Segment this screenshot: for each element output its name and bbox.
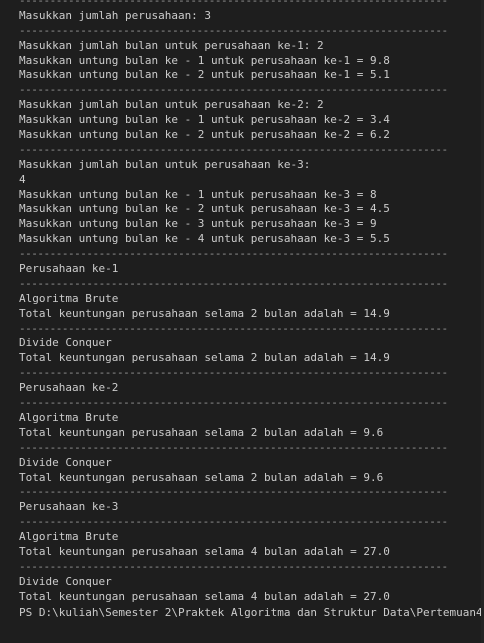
output-line: Masukkan untung bulan ke - 1 untuk perus…: [19, 187, 377, 201]
output-line: Masukkan untung bulan ke - 3 untuk perus…: [19, 217, 377, 231]
separator-line: ----------------------------------------…: [19, 142, 448, 156]
separator-line: ----------------------------------------…: [19, 0, 448, 7]
output-line: Masukkan untung bulan ke - 2 untuk perus…: [19, 202, 390, 216]
output-line: Total keuntungan perusahaan selama 2 bul…: [19, 306, 390, 320]
output-line: Perusahaan ke-1: [19, 262, 119, 276]
separator-line: ----------------------------------------…: [19, 366, 448, 380]
output-line: Masukkan untung bulan ke - 2 untuk perus…: [19, 128, 390, 142]
separator-line: ----------------------------------------…: [19, 396, 448, 410]
output-line: Divide Conquer: [19, 336, 112, 350]
prompt-text: PS D:\kuliah\Semester 2\Praktek Algoritm…: [19, 605, 484, 619]
separator-line: ----------------------------------------…: [19, 247, 448, 261]
output-line: Masukkan untung bulan ke - 4 untuk perus…: [19, 232, 390, 246]
terminal-output: ----------------------------------------…: [19, 0, 484, 621]
output-line: Total keuntungan perusahaan selama 4 bul…: [19, 589, 390, 603]
output-line: Masukkan untung bulan ke - 1 untuk perus…: [19, 113, 390, 127]
output-line: Masukkan jumlah bulan untuk perusahaan k…: [19, 157, 311, 171]
output-line: Perusahaan ke-3: [19, 500, 119, 514]
output-line: Divide Conquer: [19, 455, 112, 469]
output-line: Total keuntungan perusahaan selama 2 bul…: [19, 425, 384, 439]
output-line: Total keuntungan perusahaan selama 2 bul…: [19, 351, 390, 365]
prompt-line[interactable]: PS D:\kuliah\Semester 2\Praktek Algoritm…: [19, 605, 484, 621]
output-line: Perusahaan ke-2: [19, 381, 119, 395]
output-line: 4: [19, 172, 26, 186]
output-line: Total keuntungan perusahaan selama 2 bul…: [19, 470, 384, 484]
output-line: Divide Conquer: [19, 574, 112, 588]
terminal-panel[interactable]: ----------------------------------------…: [0, 0, 484, 643]
output-line: Masukkan untung bulan ke - 2 untuk perus…: [19, 68, 390, 82]
separator-line: ----------------------------------------…: [19, 515, 448, 529]
separator-line: ----------------------------------------…: [19, 276, 448, 290]
output-line: Masukkan jumlah bulan untuk perusahaan k…: [19, 38, 324, 52]
output-line: Masukkan jumlah bulan untuk perusahaan k…: [19, 98, 324, 112]
separator-line: ----------------------------------------…: [19, 83, 448, 97]
output-line: Masukkan jumlah perusahaan: 3: [19, 8, 212, 22]
separator-line: ----------------------------------------…: [19, 23, 448, 37]
separator-line: ----------------------------------------…: [19, 440, 448, 454]
separator-line: ----------------------------------------…: [19, 321, 448, 335]
output-line: Algoritma Brute: [19, 530, 119, 544]
output-line: Algoritma Brute: [19, 291, 119, 305]
output-line: Total keuntungan perusahaan selama 4 bul…: [19, 544, 390, 558]
separator-line: ----------------------------------------…: [19, 485, 448, 499]
output-line: Masukkan untung bulan ke - 1 untuk perus…: [19, 53, 390, 67]
separator-line: ----------------------------------------…: [19, 559, 448, 573]
output-line: Algoritma Brute: [19, 410, 119, 424]
